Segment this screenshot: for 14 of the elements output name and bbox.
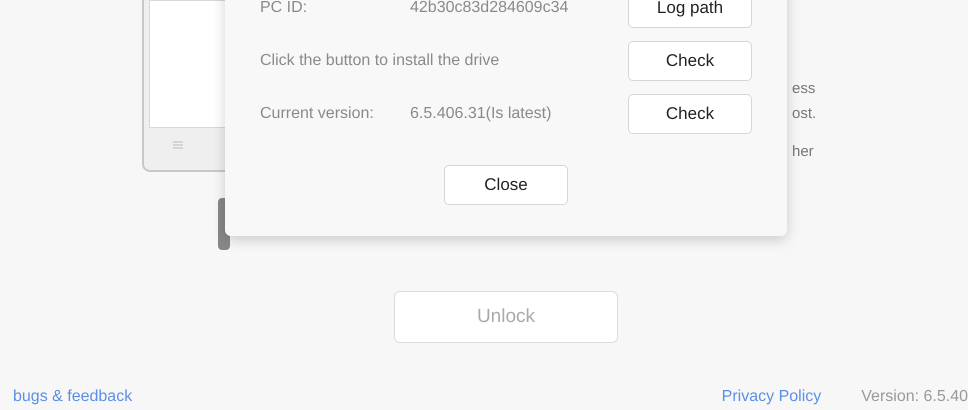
row-button[interactable]: Check (628, 94, 752, 134)
close-button[interactable]: Close (444, 165, 568, 205)
version-text: Version: 6.5.40 (861, 387, 968, 407)
row-value: 42b30c83d284609c34 (410, 0, 568, 18)
row-button[interactable]: Check (628, 41, 752, 81)
background-text: her (792, 142, 814, 162)
row-value: 6.5.406.31(Is latest) (410, 104, 552, 124)
row-label: PC ID: (260, 0, 308, 18)
background-text: ess (792, 79, 816, 99)
row-label: Current version: (260, 104, 375, 124)
row-button[interactable]: Log path (628, 0, 752, 28)
background-text: ost. (792, 104, 816, 124)
row-label: Click the button to install the drive (260, 51, 500, 71)
menu-icon (173, 141, 183, 149)
